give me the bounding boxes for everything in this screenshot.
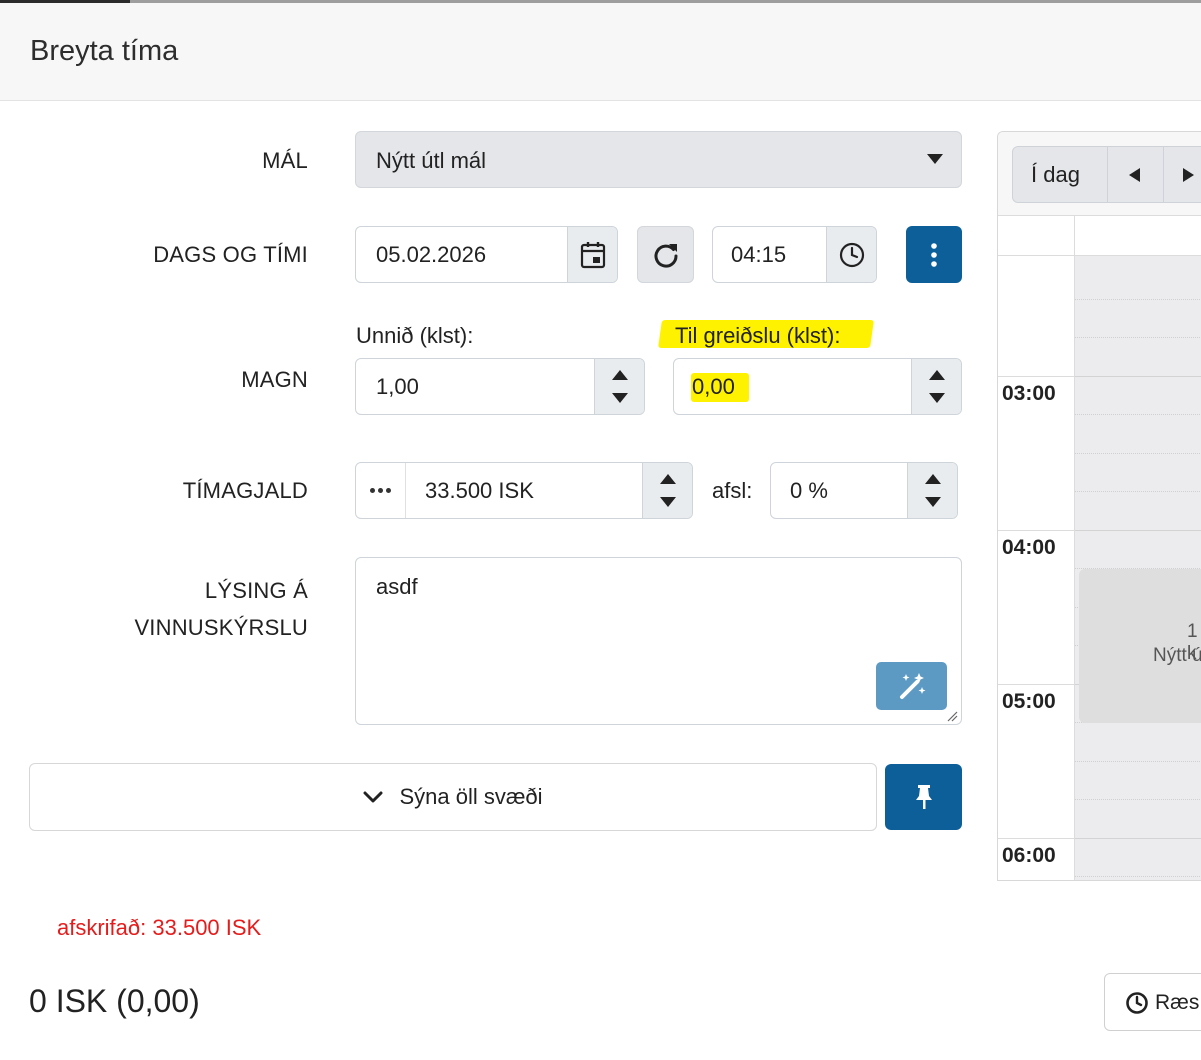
show-all-fields-button[interactable]: Sýna öll svæði	[29, 763, 877, 831]
calendar-picker-button[interactable]	[567, 227, 617, 282]
vertical-ellipsis-icon	[931, 242, 937, 267]
chevron-down-icon	[363, 791, 383, 803]
calendar-event-title: Nýtt ú	[1153, 645, 1201, 666]
step-down-icon[interactable]	[925, 497, 941, 507]
billable-hours-value: 0,00	[692, 374, 735, 399]
step-up-icon[interactable]	[660, 474, 676, 484]
description-label-line2: VINNUSKÝRSLU	[134, 615, 308, 640]
date-value: 05.02.2026	[376, 242, 487, 267]
pin-button[interactable]	[885, 764, 962, 830]
pin-icon	[915, 785, 932, 809]
calendar-next-icon[interactable]	[1183, 168, 1194, 182]
billable-hours-input[interactable]: 0,00	[673, 358, 962, 415]
worked-hours-input[interactable]: 1,00	[355, 358, 645, 415]
rate-options-button[interactable]	[356, 463, 406, 518]
clock-icon	[1126, 992, 1148, 1014]
show-all-fields-label: Sýna öll svæði	[399, 784, 543, 809]
reset-time-button[interactable]	[637, 226, 694, 283]
worked-hours-value: 1,00	[376, 374, 419, 399]
step-down-icon[interactable]	[660, 497, 676, 507]
discount-label: afsl:	[712, 478, 753, 503]
hourly-rate-stepper[interactable]	[642, 463, 692, 518]
case-select[interactable]: Nýtt útl mál	[355, 131, 962, 188]
resize-handle-icon[interactable]	[946, 710, 958, 722]
modal-header: Breyta tíma	[0, 3, 1201, 101]
writeoff-text: afskrifað: 33.500 ISK	[57, 915, 262, 940]
case-label: MÁL	[262, 148, 308, 173]
discount-stepper[interactable]	[907, 463, 957, 518]
hour-label: 03:00	[1002, 382, 1056, 405]
hour-label: 04:00	[1002, 536, 1056, 559]
billable-hours-label: Til greiðslu (klst):	[675, 323, 841, 348]
time-value: 04:15	[731, 242, 787, 267]
hourly-rate-value: 33.500 ISK	[425, 478, 534, 503]
step-up-icon[interactable]	[925, 474, 941, 484]
calendar-event[interactable]: 1 k Nýtt ú	[1079, 569, 1201, 723]
worked-hours-stepper[interactable]	[594, 359, 644, 414]
description-textarea[interactable]: asdf	[355, 557, 962, 725]
time-input[interactable]: 04:15	[712, 226, 877, 283]
description-label-line1: LÝSING Á	[204, 578, 308, 603]
modal-title: Breyta tíma	[30, 35, 179, 67]
case-select-value: Nýtt útl mál	[376, 148, 487, 173]
description-label: LÝSING Á VINNUSKÝRSLU	[134, 572, 308, 646]
hourly-rate-input[interactable]: 33.500 ISK	[355, 462, 693, 519]
step-down-icon[interactable]	[929, 393, 945, 403]
calendar-time-column: 03:00 04:00 05:00 06:00	[998, 256, 1075, 880]
date-input[interactable]: 05.02.2026	[355, 226, 618, 283]
calendar-icon	[580, 241, 605, 268]
hour-label: 05:00	[1002, 690, 1056, 713]
calendar-toolbar: Í dag	[998, 132, 1201, 216]
start-timer-button[interactable]: Ræs	[1104, 973, 1201, 1031]
calendar-day-header	[998, 216, 1201, 256]
clock-icon	[839, 242, 864, 267]
total-amount: 0 ISK (0,00)	[29, 983, 200, 1019]
ellipsis-icon	[370, 488, 375, 493]
more-options-button[interactable]	[906, 226, 962, 283]
description-value: asdf	[376, 574, 418, 599]
hour-label: 06:00	[1002, 844, 1056, 867]
quantity-label: MAGN	[241, 367, 308, 392]
step-up-icon[interactable]	[929, 370, 945, 380]
refresh-icon	[654, 243, 678, 268]
billable-hours-stepper[interactable]	[911, 359, 961, 414]
calendar-prev-icon[interactable]	[1129, 168, 1140, 182]
hourly-rate-label: TÍMAGJALD	[182, 478, 308, 503]
start-timer-label: Ræs	[1155, 991, 1200, 1014]
calendar-panel: Í dag 03:00 04:00 05:00 06:00 1 k Nýtt ú	[997, 131, 1201, 881]
ai-assist-button[interactable]	[876, 662, 947, 710]
calendar-today-button[interactable]: Í dag	[1031, 162, 1080, 188]
discount-input[interactable]: 0 %	[770, 462, 958, 519]
calendar-nav-group: Í dag	[1012, 146, 1201, 203]
magic-wand-icon	[899, 673, 925, 699]
step-down-icon[interactable]	[612, 393, 628, 403]
date-time-label: DAGS OG TÍMI	[153, 242, 308, 267]
step-up-icon[interactable]	[612, 370, 628, 380]
discount-value: 0 %	[790, 478, 828, 503]
time-picker-button[interactable]	[826, 227, 876, 282]
worked-hours-label: Unnið (klst):	[356, 323, 474, 348]
caret-down-icon	[927, 154, 943, 164]
